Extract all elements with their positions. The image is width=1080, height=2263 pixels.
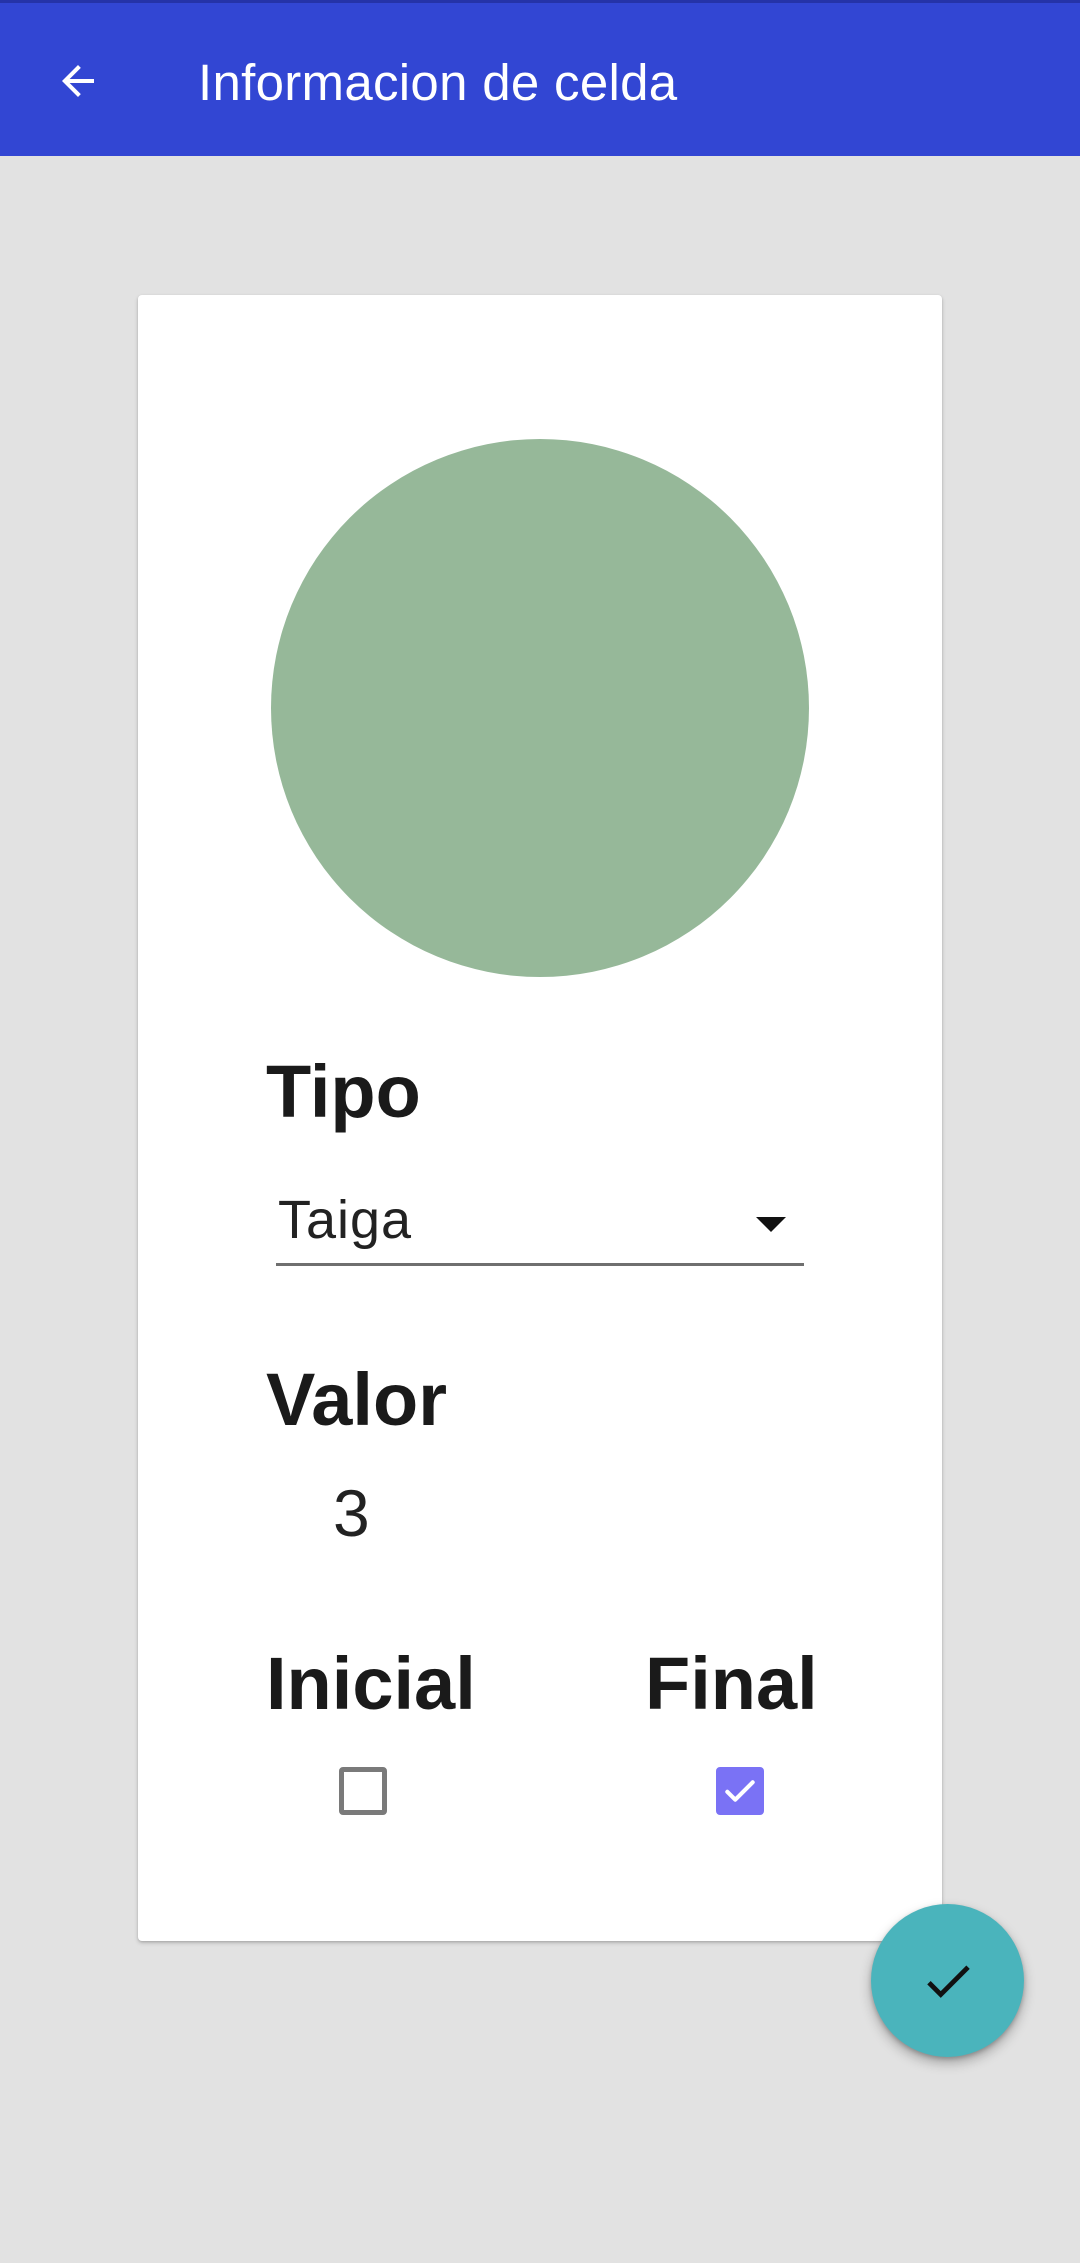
tipo-dropdown[interactable]: Taiga <box>276 1185 804 1266</box>
confirm-fab-button[interactable] <box>871 1904 1024 2057</box>
arrow-back-icon <box>62 65 94 97</box>
checkmark-icon <box>725 1780 755 1802</box>
valor-label: Valor <box>266 1358 447 1441</box>
back-button[interactable] <box>36 39 120 123</box>
cell-color-circle <box>271 439 809 977</box>
check-icon <box>926 1965 970 1998</box>
inicial-checkbox[interactable] <box>339 1767 387 1815</box>
tipo-label: Tipo <box>266 1050 421 1133</box>
app-bar: Informacion de celda <box>0 0 1080 156</box>
tipo-selected-value: Taiga <box>278 1190 413 1250</box>
inicial-label: Inicial <box>266 1642 476 1725</box>
valor-value[interactable]: 3 <box>333 1480 370 1546</box>
dropdown-arrow-icon <box>756 1217 786 1232</box>
final-label: Final <box>645 1642 818 1725</box>
final-checkbox[interactable] <box>716 1767 764 1815</box>
page-title: Informacion de celda <box>198 54 678 111</box>
cell-info-card: Tipo Taiga Valor 3 Inicial Final <box>138 295 942 1941</box>
